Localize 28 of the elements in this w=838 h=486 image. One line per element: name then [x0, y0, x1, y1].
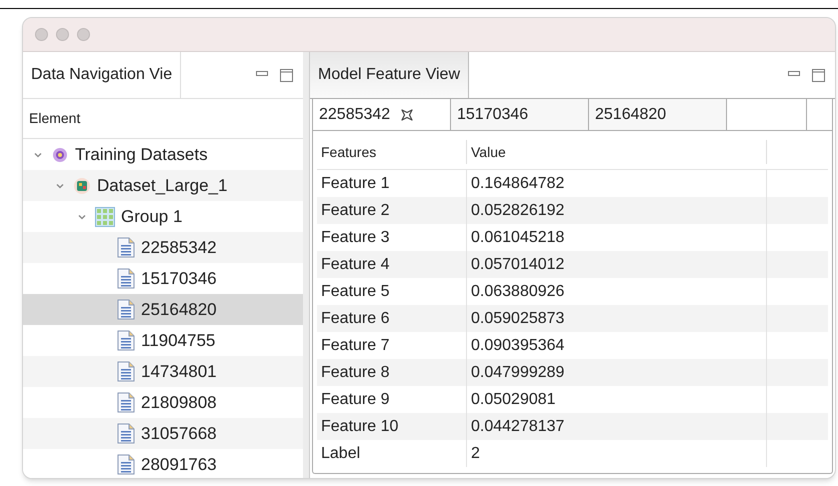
tree-item[interactable]: 31057668	[23, 418, 303, 449]
minimize-icon[interactable]	[788, 71, 800, 79]
document-icon	[117, 299, 135, 320]
maximize-icon[interactable]	[280, 68, 293, 82]
column-header: Value	[467, 140, 767, 164]
minimize-icon[interactable]	[256, 71, 268, 79]
view-tab[interactable]: Model Feature View	[310, 52, 469, 98]
maximize-icon[interactable]	[812, 68, 825, 82]
document-icon	[117, 423, 135, 444]
tree-item[interactable]: Dataset_Large_1	[23, 170, 303, 201]
close-icon[interactable]	[400, 108, 414, 122]
tree-item[interactable]: 22585342	[23, 232, 303, 263]
grid-icon	[95, 206, 115, 226]
document-icon	[117, 392, 135, 413]
table-cell: Label	[317, 440, 467, 467]
tree-item[interactable]: 14734801	[23, 356, 303, 387]
table-cell: 2	[467, 440, 767, 467]
document-icon	[117, 330, 135, 351]
document-icon	[117, 237, 135, 258]
document-icon	[117, 361, 135, 382]
editor-tab[interactable]: 25164820	[589, 99, 727, 130]
document-icon	[117, 268, 135, 289]
tree-item[interactable]: 25164820	[23, 294, 303, 325]
view-tab[interactable]: Data Navigation Vie	[23, 52, 182, 98]
editor-tab[interactable]: 15170346	[451, 99, 589, 130]
dataset-icon	[73, 176, 91, 194]
document-icon	[117, 454, 135, 475]
column-header: Features	[317, 140, 467, 164]
